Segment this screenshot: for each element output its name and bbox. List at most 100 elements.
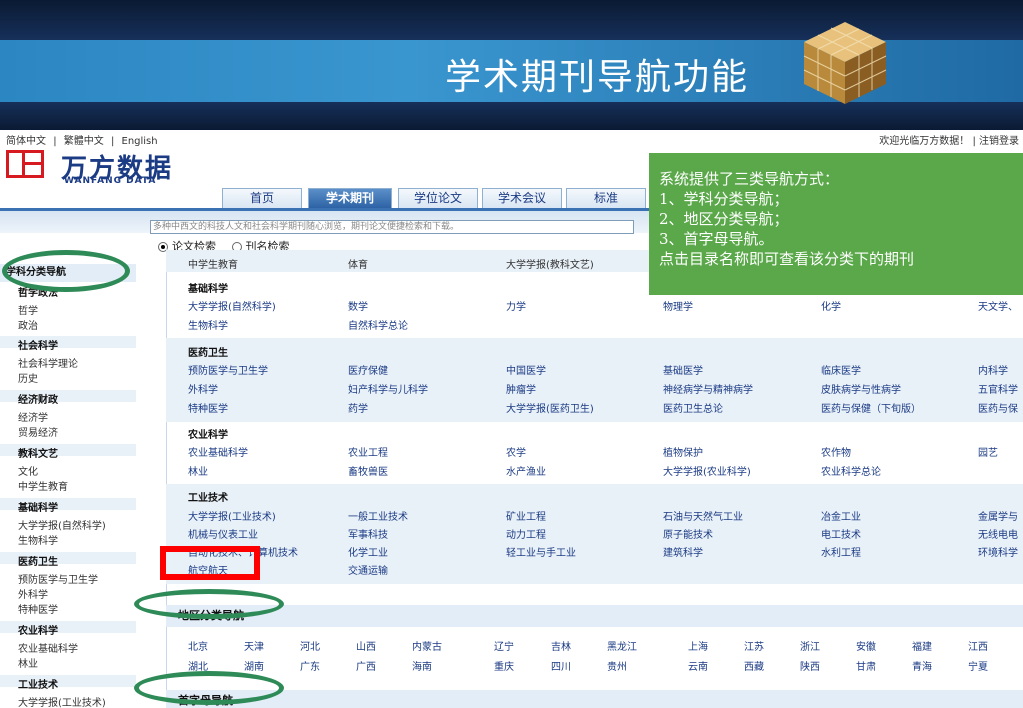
region-link[interactable]: 河北 [300,638,320,653]
category-link[interactable]: 环境科学 [978,544,1018,559]
category-link[interactable]: 中学生教育 [188,256,238,271]
region-link[interactable]: 黑龙江 [607,638,637,653]
region-link[interactable]: 吉林 [551,638,571,653]
sidebar-item[interactable]: 大学学报(工业技术) [18,694,106,708]
tab-conferences[interactable]: 学术会议 [482,188,562,209]
category-link[interactable]: 大学学报(自然科学) [188,298,276,313]
category-link[interactable]: 农作物 [821,444,851,459]
sidebar-cat-basic-science[interactable]: 基础科学 [18,499,58,514]
category-link[interactable]: 医药卫生总论 [663,400,723,415]
category-link[interactable]: 大学学报(医药卫生) [506,400,594,415]
tab-theses[interactable]: 学位论文 [398,188,478,209]
category-link[interactable]: 大学学报(农业科学) [663,463,751,478]
sidebar-item[interactable]: 大学学报(自然科学) [18,517,106,532]
region-link[interactable]: 安徽 [856,638,876,653]
category-link[interactable]: 妇产科学与儿科学 [348,381,428,396]
sidebar-item[interactable]: 经济学 [18,409,48,424]
category-link[interactable]: 特种医学 [188,400,228,415]
category-link[interactable]: 医疗保健 [348,362,388,377]
category-link[interactable]: 化学 [821,298,841,313]
region-link[interactable]: 山西 [356,638,376,653]
category-link[interactable]: 植物保护 [663,444,703,459]
region-link[interactable]: 陕西 [800,658,820,673]
region-link[interactable]: 江苏 [744,638,764,653]
category-link[interactable]: 水产渔业 [506,463,546,478]
category-link[interactable]: 冶金工业 [821,508,861,523]
category-link[interactable]: 皮肤病学与性病学 [821,381,901,396]
region-link[interactable]: 重庆 [494,658,514,673]
category-link[interactable]: 自然科学总论 [348,317,408,332]
region-link[interactable]: 甘肃 [856,658,876,673]
tab-standards[interactable]: 标准 [566,188,646,209]
category-link[interactable]: 力学 [506,298,526,313]
sidebar-cat-agriculture[interactable]: 农业科学 [18,622,58,637]
category-link[interactable]: 机械与仪表工业 [188,526,258,541]
sidebar-item[interactable]: 林业 [18,655,38,670]
category-link[interactable]: 天文学、 [978,298,1018,313]
region-link[interactable]: 内蒙古 [412,638,442,653]
category-link[interactable]: 轻工业与手工业 [506,544,576,559]
category-link[interactable]: 金属学与 [978,508,1018,523]
category-link[interactable]: 外科学 [188,381,218,396]
category-link[interactable]: 一般工业技术 [348,508,408,523]
category-link[interactable]: 矿业工程 [506,508,546,523]
category-link[interactable]: 畜牧兽医 [348,463,388,478]
sidebar-item[interactable]: 外科学 [18,586,48,601]
region-link[interactable]: 湖南 [244,658,264,673]
category-link[interactable]: 动力工程 [506,526,546,541]
search-input[interactable]: 多种中西文的科技人文和社会科学期刊随心浏览，期刊论文便捷检索和下载。 [150,220,634,234]
lang-english[interactable]: English [122,136,158,147]
category-link[interactable]: 无线电电 [978,526,1018,541]
region-link[interactable]: 浙江 [800,638,820,653]
tab-journals[interactable]: 学术期刊 [308,188,392,209]
region-link[interactable]: 四川 [551,658,571,673]
category-link[interactable]: 基础医学 [663,362,703,377]
category-link[interactable]: 临床医学 [821,362,861,377]
category-link[interactable]: 神经病学与精神病学 [663,381,753,396]
sidebar-item[interactable]: 政治 [18,317,38,332]
category-link[interactable]: 五官科学 [978,381,1018,396]
sidebar-cat-social[interactable]: 社会科学 [18,337,58,352]
lang-simplified[interactable]: 简体中文 [6,136,46,147]
region-link[interactable]: 宁夏 [968,658,988,673]
category-link[interactable]: 大学学报(教科文艺) [506,256,594,271]
sidebar-cat-economics[interactable]: 经济财政 [18,391,58,406]
sidebar-cat-industry[interactable]: 工业技术 [18,676,58,691]
category-link[interactable]: 石油与天然气工业 [663,508,743,523]
category-link[interactable]: 中国医学 [506,362,546,377]
sidebar-item[interactable]: 生物科学 [18,532,58,547]
sidebar-item[interactable]: 特种医学 [18,601,58,616]
sidebar-item[interactable]: 中学生教育 [18,478,68,493]
sidebar-item[interactable]: 预防医学与卫生学 [18,571,98,586]
region-link[interactable]: 上海 [688,638,708,653]
category-link[interactable]: 农业工程 [348,444,388,459]
sidebar-item[interactable]: 历史 [18,370,38,385]
region-link[interactable]: 广东 [300,658,320,673]
region-link[interactable]: 天津 [244,638,264,653]
wanfang-logo[interactable]: 万方数据 WANFANG DATA [6,148,191,186]
category-link[interactable]: 原子能技术 [663,526,713,541]
sidebar-item[interactable]: 文化 [18,463,38,478]
category-link[interactable]: 药学 [348,400,368,415]
category-link[interactable]: 化学工业 [348,544,388,559]
category-link[interactable]: 交通运输 [348,562,388,577]
category-link[interactable]: 物理学 [663,298,693,313]
category-link[interactable]: 大学学报(工业技术) [188,508,276,523]
category-link[interactable]: 数学 [348,298,368,313]
category-link[interactable]: 建筑科学 [663,544,703,559]
region-link[interactable]: 福建 [912,638,932,653]
category-link[interactable]: 园艺 [978,444,998,459]
category-link[interactable]: 农业科学总论 [821,463,881,478]
region-link[interactable]: 广西 [356,658,376,673]
region-link[interactable]: 北京 [188,638,208,653]
region-link[interactable]: 青海 [912,658,932,673]
category-link[interactable]: 电工技术 [821,526,861,541]
tab-home[interactable]: 首页 [222,188,302,209]
category-link[interactable]: 林业 [188,463,208,478]
sidebar-item[interactable]: 贸易经济 [18,424,58,439]
category-link[interactable]: 生物科学 [188,317,228,332]
category-link[interactable]: 农业基础科学 [188,444,248,459]
sidebar-cat-education[interactable]: 教科文艺 [18,445,58,460]
category-link[interactable]: 水利工程 [821,544,861,559]
category-link[interactable]: 医药与保健（下旬版） [821,400,921,415]
